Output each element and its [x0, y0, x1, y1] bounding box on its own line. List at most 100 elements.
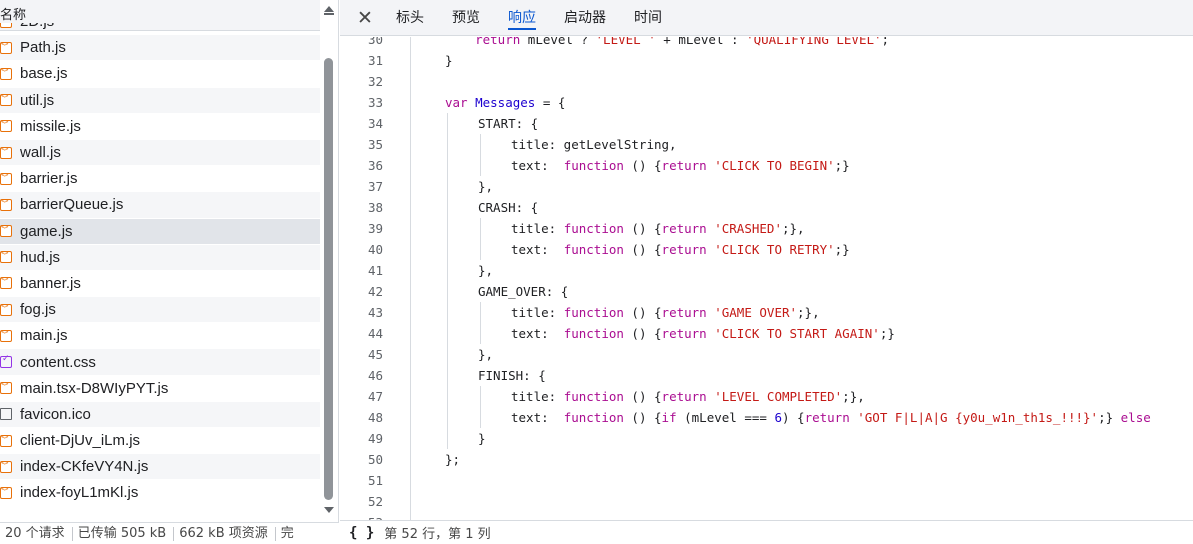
code-line: title: function () {return 'GAME OVER';}…	[511, 305, 820, 320]
request-row[interactable]: main.tsx-D8WIyPYT.js	[0, 376, 320, 402]
code-lines: return mLevel ? 'LEVEL ' + mLevel : 'QUA…	[412, 37, 1193, 520]
request-name: banner.js	[20, 274, 81, 292]
request-list-scrollbar[interactable]	[320, 0, 338, 520]
scroll-up-icon[interactable]	[324, 6, 334, 15]
request-row[interactable]: barrierQueue.js	[0, 192, 320, 219]
line-number: 33	[367, 95, 383, 110]
script-file-icon	[0, 223, 12, 238]
detail-tabbar: ✕ 标头 预览 响应 启动器 时间	[340, 0, 1193, 36]
line-number: 50	[367, 452, 383, 467]
script-file-icon	[0, 145, 12, 159]
request-row[interactable]: missile.js	[0, 114, 320, 140]
line-number: 32	[367, 74, 383, 89]
request-name: util.js	[20, 91, 55, 109]
line-number: 39	[367, 221, 383, 236]
request-row[interactable]: barrier.js	[0, 166, 320, 193]
line-number: 46	[367, 368, 383, 383]
script-file-icon	[0, 275, 12, 290]
request-row[interactable]: 2D.js	[0, 23, 320, 36]
line-number: 41	[367, 263, 383, 278]
script-file-icon	[0, 302, 12, 316]
line-number: 47	[367, 389, 383, 404]
line-number: 42	[367, 284, 383, 299]
request-name: barrier.js	[20, 170, 78, 188]
request-row[interactable]: client-DjUv_iLm.js	[0, 428, 320, 455]
tab-initiator[interactable]: 启动器	[550, 0, 620, 36]
tab-timing[interactable]: 时间	[620, 0, 676, 36]
script-file-icon	[0, 66, 12, 80]
request-name: missile.js	[20, 117, 81, 135]
line-number: 40	[367, 242, 383, 257]
line-number: 52	[367, 494, 383, 509]
line-number: 48	[367, 410, 383, 425]
request-row[interactable]: base.js	[0, 61, 320, 88]
request-name: base.js	[20, 65, 68, 83]
line-number: 38	[367, 200, 383, 215]
script-file-icon	[0, 380, 12, 395]
script-file-icon	[0, 328, 12, 342]
code-line: CRASH: {	[478, 200, 539, 215]
line-number: 44	[367, 326, 383, 341]
request-name: hud.js	[20, 248, 61, 266]
line-number-gutter: 30 31 32 33 34 35 36 37 38 39 40 41 42 43 44 45 46 47 48 49…	[340, 37, 411, 520]
transferred-size: 已传输 505 kB	[73, 526, 175, 541]
code-line: }	[478, 431, 486, 446]
response-panel: ✕ 标头 预览 响应 启动器 时间 30 31 32 33 34 35 36 37 38 39 40 41 42…	[340, 0, 1193, 544]
request-row[interactable]: index-CKfeVY4N.js	[0, 454, 320, 481]
request-row[interactable]: wall.js	[0, 139, 320, 167]
request-row[interactable]: index-foyL1mKl.js	[0, 480, 320, 507]
scroll-down-icon[interactable]	[324, 507, 334, 513]
script-file-icon	[0, 171, 12, 185]
cursor-position: 第 52 行，第 1 列	[384, 527, 491, 542]
code-line: },	[478, 263, 494, 278]
tab-headers[interactable]: 标头	[382, 0, 438, 36]
line-number: 53	[368, 512, 383, 520]
request-name: game.js	[20, 222, 73, 240]
request-name: index-foyL1mKl.js	[20, 484, 139, 502]
code-line: text: function () {return 'CLICK TO RETR…	[511, 242, 850, 257]
tab-response[interactable]: 响应	[494, 0, 550, 36]
line-number: 43	[367, 305, 383, 320]
file-icon	[0, 408, 12, 421]
request-row[interactable]: game.js	[0, 218, 320, 245]
request-row[interactable]: content.css	[0, 349, 320, 376]
pretty-print-icon[interactable]: { }	[349, 525, 374, 541]
script-file-icon	[0, 23, 12, 28]
request-count: 20 个请求	[0, 526, 73, 541]
request-row[interactable]: Path.js	[0, 35, 320, 62]
code-line: },	[478, 179, 494, 194]
code-line: START: {	[478, 116, 539, 131]
code-line: text: function () {if (mLevel === 6) {re…	[511, 410, 1151, 425]
code-line: }	[445, 53, 453, 68]
script-file-icon	[0, 433, 12, 447]
close-icon[interactable]: ✕	[348, 0, 382, 36]
line-number: 37	[367, 179, 383, 194]
request-name: client-DjUv_iLm.js	[20, 432, 141, 450]
request-row[interactable]: favicon.ico	[0, 401, 320, 428]
code-line: text: function () {return 'CLICK TO STAR…	[511, 326, 895, 341]
line-number: 31	[367, 53, 383, 68]
request-name: fog.js	[20, 301, 56, 319]
line-number: 34	[367, 116, 383, 131]
request-row[interactable]: banner.js	[0, 271, 320, 298]
indent-guide	[480, 134, 481, 176]
request-row[interactable]: util.js	[0, 87, 320, 114]
script-file-icon	[0, 92, 12, 107]
tab-preview[interactable]: 预览	[438, 0, 494, 36]
request-name: content.css	[20, 353, 96, 371]
code-line: title: getLevelString,	[511, 137, 677, 152]
finish-time: 完	[280, 525, 294, 541]
indent-guide	[447, 113, 448, 449]
request-name: 2D.js	[20, 23, 54, 30]
script-file-icon	[0, 249, 12, 264]
code-line: FINISH: {	[478, 368, 546, 383]
network-request-panel: 名称 2D.jsPath.jsbase.jsutil.jsmissile.jsw…	[0, 0, 339, 544]
request-row[interactable]: main.js	[0, 323, 320, 350]
scroll-thumb[interactable]	[324, 58, 333, 500]
code-line: text: function () {return 'CLICK TO BEGI…	[511, 158, 850, 173]
request-row[interactable]: fog.js	[0, 297, 320, 324]
request-name: Path.js	[20, 39, 66, 57]
line-number: 45	[367, 347, 383, 362]
request-row[interactable]: hud.js	[0, 244, 320, 271]
response-code-view[interactable]: 30 31 32 33 34 35 36 37 38 39 40 41 42 43 44 45 46 47 48 49…	[340, 37, 1193, 520]
